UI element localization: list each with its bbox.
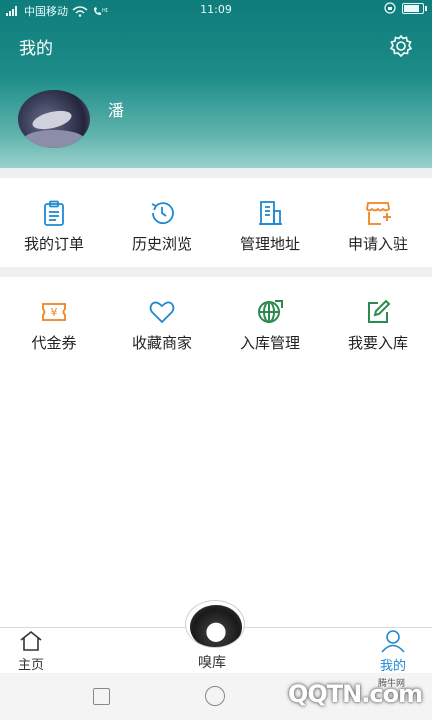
dog-face [190,605,242,647]
menu-favorite-shops[interactable]: 收藏商家 [108,298,216,353]
section-divider [0,168,432,178]
user-name[interactable]: 潘 [108,97,124,121]
status-right [384,2,427,14]
menu-coupon[interactable]: ¥ 代金券 [0,298,108,353]
edit-icon [368,299,391,323]
menu-apply-store[interactable]: 申请入驻 [324,199,432,254]
menu-history[interactable]: 历史浏览 [108,199,216,254]
avatar[interactable] [18,90,90,148]
recent-apps-button[interactable] [93,688,110,705]
svg-text:¥: ¥ [51,306,58,319]
home-button[interactable] [205,686,225,706]
nav-home[interactable]: 主页 [18,630,44,673]
menu-label: 收藏商家 [131,334,192,352]
menu-label: 管理地址 [239,235,300,253]
menu-my-orders[interactable]: 我的订单 [0,199,108,254]
section-divider [0,267,432,277]
menu-label: 代金券 [31,334,77,352]
menu-manage-address[interactable]: 管理地址 [216,199,324,254]
menu-add-to-warehouse[interactable]: 我要入库 [324,298,432,353]
clipboard-icon [44,200,64,226]
menu-row-2: ¥ 代金券 收藏商家 入库管理 我要入库 [0,298,432,353]
coupon-icon: ¥ [42,303,66,321]
menu-row-1: 我的订单 历史浏览 管理地址 申请入驻 [0,199,432,254]
home-icon [20,630,42,651]
menu-label: 申请入驻 [347,235,408,253]
watermark-small: 腾牛网 [378,679,406,689]
nav-home-label: 主页 [18,658,45,673]
heart-icon [149,301,175,324]
menu-warehouse-manage[interactable]: 入库管理 [216,298,324,353]
status-bar: 中国移动 HD 11:09 [0,0,432,20]
menu-label: 历史浏览 [131,235,192,253]
page-title: 我的 [19,39,53,59]
nav-mine-label: 我的 [380,659,407,674]
gear-icon[interactable] [388,33,414,59]
rotation-lock-icon [384,2,396,14]
history-icon [151,202,174,225]
menu-label: 入库管理 [239,334,300,352]
battery-level [404,4,420,12]
menu-label: 我要入库 [347,334,408,352]
storefront-plus-icon [366,202,391,225]
battery-icon [402,2,427,14]
nav-mine[interactable]: 我的 [380,629,406,674]
nav-center-label[interactable]: 嗅库 [198,652,226,672]
user-icon [381,630,405,653]
menu-label: 我的订单 [23,235,84,253]
building-icon [259,201,282,225]
dog-mascot-icon[interactable] [185,600,245,648]
status-time: 11:09 [200,3,232,16]
globe-arrow-icon [258,300,283,323]
